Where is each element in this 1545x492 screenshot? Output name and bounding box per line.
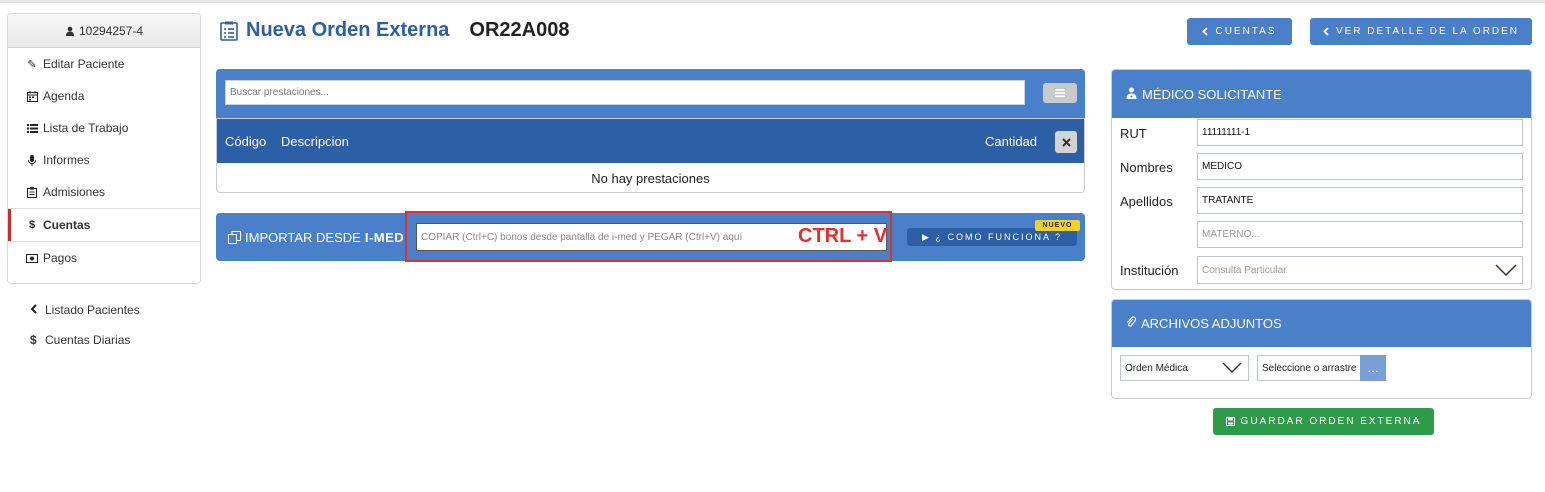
patient-id: 10294257-4 (78, 23, 144, 38)
col-cantidad: Cantidad (985, 134, 1038, 149)
institucion-select[interactable]: Consulta Particular (1197, 256, 1523, 284)
page-title-text: Nueva Orden Externa (246, 19, 450, 41)
link-label: Cuentas Diarias (45, 333, 131, 347)
medico-panel-title: MÉDICO SOLICITANTE (1142, 86, 1282, 102)
doctor-icon (1126, 87, 1137, 102)
guardar-orden-label: GUARDAR ORDEN EXTERNA (1240, 416, 1422, 427)
apellidos-label: Apellidos (1120, 194, 1173, 209)
sidebar-item-cuentas[interactable]: $ Cuentas (8, 208, 200, 242)
import-label-prefix: IMPORTAR DESDE (245, 230, 361, 245)
form-icon (220, 21, 238, 41)
hamburger-icon (1055, 89, 1065, 97)
sidebar-item-agenda[interactable]: Agenda (8, 80, 200, 112)
microphone-icon (26, 154, 38, 166)
import-label: IMPORTAR DESDE I-MED (228, 230, 404, 245)
rut-input[interactable]: 11111111-1 (1197, 119, 1523, 146)
institucion-label: Institución (1120, 263, 1179, 278)
nombres-label: Nombres (1120, 160, 1173, 175)
sidebar-item-informes[interactable]: Informes (8, 144, 200, 176)
col-codigo: Código (225, 134, 267, 149)
sidebar-item-label: Informes (43, 153, 90, 167)
patient-header: 10294257-4 (8, 14, 200, 48)
import-placeholder: COPIAR (Ctrl+C) bonos desde pantalla de … (421, 231, 743, 243)
sidebar-item-admisiones[interactable]: Admisiones (8, 176, 200, 208)
file-placeholder: Seleccione o arrastre (1262, 362, 1357, 374)
sidebar-item-editar-paciente[interactable]: ✎ Editar Paciente (8, 48, 200, 80)
adjuntos-panel: ARCHIVOS ADJUNTOS (1111, 299, 1532, 399)
chevron-left-icon (1202, 27, 1209, 36)
ver-detalle-button-label: VER DETALLE DE LA ORDEN (1335, 26, 1520, 37)
col-descripcion: Descripcion (281, 134, 349, 149)
sidebar-item-label: Agenda (43, 89, 85, 103)
adjuntos-panel-title: ARCHIVOS ADJUNTOS (1141, 316, 1282, 331)
calendar-icon (26, 90, 38, 102)
prestaciones-table: Código Descripcion Cantidad No hay prest… (216, 118, 1085, 193)
adjuntos-panel-header: ARCHIVOS ADJUNTOS (1112, 300, 1531, 347)
medico-panel-header: MÉDICO SOLICITANTE (1112, 70, 1531, 118)
paperclip-icon (1126, 316, 1137, 331)
link-label: Listado Pacientes (45, 303, 140, 317)
list-icon (26, 122, 38, 134)
apellido-paterno-input[interactable]: TRATANTE (1197, 187, 1523, 214)
browse-button[interactable]: … (1360, 355, 1386, 381)
ctrl-v-hint: CTRL + V (798, 225, 888, 247)
sidebar-item-lista-trabajo[interactable]: Lista de Trabajo (8, 112, 200, 144)
ver-detalle-button[interactable]: VER DETALLE DE LA ORDEN (1310, 18, 1532, 45)
pencil-icon: ✎ (27, 58, 37, 71)
chevron-down-icon (1222, 362, 1242, 373)
import-label-source: I-MED (364, 230, 405, 245)
link-listado-pacientes[interactable]: Listado Pacientes (30, 303, 140, 317)
cuentas-button[interactable]: CUENTAS (1187, 18, 1292, 45)
sidebar-item-label: Cuentas (43, 218, 91, 232)
chevron-down-icon (1495, 264, 1517, 276)
user-icon (65, 26, 74, 36)
sidebar-item-label: Admisiones (43, 185, 106, 199)
clear-table-button[interactable] (1055, 131, 1077, 153)
search-input[interactable]: Buscar prestaciones... (225, 80, 1025, 105)
order-code: OR22A008 (469, 19, 570, 41)
sidebar-item-label: Pagos (43, 251, 78, 265)
sidebar-item-label: Editar Paciente (43, 57, 125, 71)
dollar-icon: $ (28, 219, 36, 231)
search-placeholder: Buscar prestaciones... (230, 87, 329, 98)
save-icon (1225, 417, 1235, 426)
institucion-placeholder: Consulta Particular (1202, 264, 1287, 276)
table-header: Código Descripcion Cantidad (217, 119, 1084, 163)
clipboard-icon (26, 186, 38, 198)
sidebar-item-label: Lista de Trabajo (43, 121, 129, 135)
link-cuentas-diarias[interactable]: $ Cuentas Diarias (30, 333, 130, 347)
money-icon (26, 252, 38, 264)
empty-message: No hay prestaciones (591, 171, 710, 186)
sidebar-item-pagos[interactable]: Pagos (8, 242, 200, 274)
nombres-input[interactable]: MEDICO (1197, 153, 1523, 180)
rut-label: RUT (1120, 126, 1147, 141)
chevron-left-icon (30, 303, 40, 317)
nuevo-badge: NUEVO (1035, 220, 1080, 231)
tipo-archivo-value: Orden Médica (1125, 362, 1188, 374)
menu-button[interactable] (1043, 83, 1077, 103)
patient-sidebar: 10294257-4 ✎ Editar Paciente Agenda List… (7, 13, 201, 284)
dollar-icon: $ (30, 333, 37, 347)
chevron-left-icon (1323, 27, 1329, 36)
apellido-materno-input[interactable]: MATERNO... (1197, 221, 1523, 248)
close-icon (1061, 137, 1071, 147)
copy-icon (228, 231, 241, 244)
cuentas-button-label: CUENTAS (1215, 26, 1277, 37)
guardar-orden-button[interactable]: GUARDAR ORDEN EXTERNA (1213, 408, 1434, 435)
page-title: Nueva Orden Externa OR22A008 (220, 19, 569, 42)
top-border (0, 0, 1545, 3)
